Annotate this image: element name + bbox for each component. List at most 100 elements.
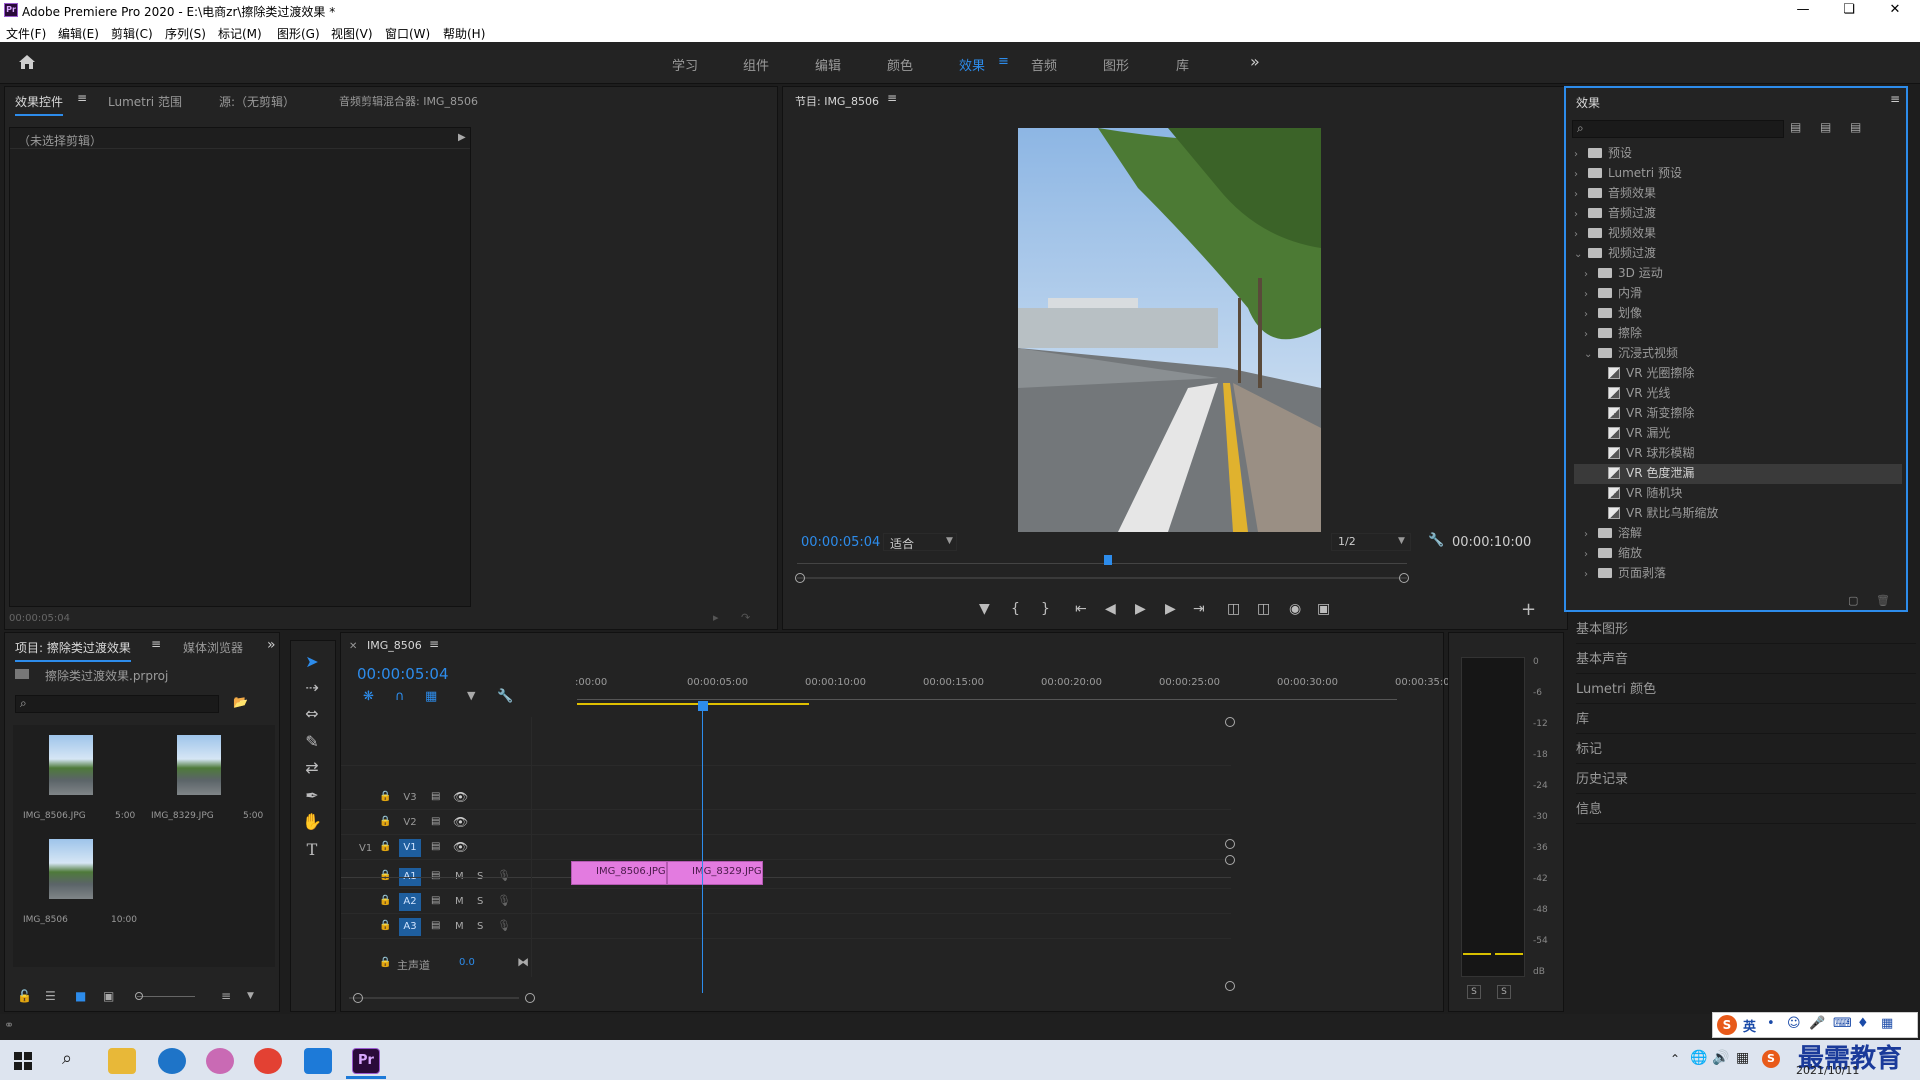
new-bin-icon[interactable]: ▢ (1848, 594, 1858, 607)
source-patch-label[interactable]: V1 (359, 843, 372, 854)
effect-item[interactable]: VR 随机块 (1574, 484, 1902, 504)
menu-sequence[interactable]: 序列(S) (165, 25, 206, 42)
side-panel-item[interactable]: 信息 (1576, 794, 1916, 824)
eye-icon[interactable]: 👁 (453, 815, 468, 829)
sync-lock-icon[interactable]: ▤ (431, 816, 440, 827)
menu-graphics[interactable]: 图形(G) (277, 25, 320, 42)
solo-right-button[interactable]: S (1497, 985, 1511, 999)
project-item[interactable]: IMG_8506 10:00 (15, 831, 139, 933)
effect-item[interactable]: VR 光圈擦除 (1574, 364, 1902, 384)
voiceover-mic-icon[interactable]: 🎙 (497, 919, 511, 932)
chevron-right-icon[interactable]: › (1584, 269, 1596, 280)
yuv-effects-icon[interactable]: ▤ (1850, 120, 1861, 134)
ripple-edit-tool-icon[interactable]: ⇔ (300, 704, 324, 726)
sync-lock-icon[interactable]: ▤ (431, 841, 440, 852)
type-tool-icon[interactable]: T (300, 840, 324, 862)
zoom-handle-left[interactable] (795, 573, 805, 583)
workspace-tab-graphics[interactable]: 图形 (1103, 55, 1129, 74)
effect-item[interactable]: VR 光线 (1574, 384, 1902, 404)
go-to-out-icon[interactable]: ⇥ (1193, 601, 1205, 617)
home-icon[interactable] (18, 54, 36, 70)
track-target-v2[interactable]: V2 (399, 814, 421, 832)
freeform-view-icon[interactable]: ▣ (103, 989, 114, 1003)
ime-skin-icon[interactable]: ♦ (1857, 1016, 1869, 1031)
effects-search-input[interactable]: ⌕ (1572, 120, 1784, 138)
snap-icon[interactable]: ∩ (395, 689, 405, 704)
eye-icon[interactable]: 👁 (453, 790, 468, 804)
folder-item[interactable]: › Lumetri 预设 (1574, 164, 1902, 184)
scroll-handle-left[interactable] (353, 993, 363, 1003)
razor-tool-icon[interactable]: ✎ (300, 732, 324, 754)
solo-button[interactable]: S (477, 921, 483, 932)
folder-item[interactable]: ⌄ 视频过渡 (1574, 244, 1902, 264)
panel-menu-icon[interactable]: ≡ (887, 91, 897, 105)
export-frame-camera-icon[interactable]: ◉ (1289, 601, 1301, 617)
chevron-right-icon[interactable]: › (1574, 169, 1586, 180)
zoom-scrollbar[interactable] (797, 577, 1407, 579)
chevron-right-icon[interactable]: › (1584, 549, 1596, 560)
ime-punctuation-icon[interactable]: • (1767, 1016, 1775, 1031)
chevron-right-icon[interactable]: › (1584, 529, 1596, 540)
menu-help[interactable]: 帮助(H) (443, 25, 485, 42)
voiceover-mic-icon[interactable]: 🎙 (497, 894, 511, 907)
export-icon[interactable]: ↷ (741, 611, 750, 624)
hand-tool-icon[interactable]: ✋ (300, 812, 324, 834)
vscroll-handle[interactable] (1225, 855, 1235, 865)
time-ruler[interactable]: :00:00 00:00:05:00 00:00:10:00 00:00:15:00 0… (575, 673, 1450, 703)
folder-item[interactable]: › 音频过渡 (1574, 204, 1902, 224)
volume-icon[interactable]: 🔊 (1712, 1050, 1729, 1066)
menu-window[interactable]: 窗口(W) (385, 25, 430, 42)
menu-file[interactable]: 文件(F) (6, 25, 46, 42)
program-playhead[interactable] (1104, 555, 1113, 565)
32bit-effects-icon[interactable]: ▤ (1820, 120, 1831, 134)
edge-browser-icon[interactable] (158, 1048, 186, 1074)
step-forward-icon[interactable]: ▶ (1165, 601, 1176, 617)
project-item[interactable]: IMG_8329.JPG 5:00 (143, 727, 267, 829)
timeline-hscroll-left[interactable] (349, 997, 519, 999)
sogou-ime-icon[interactable]: S (1717, 1015, 1737, 1035)
slip-tool-icon[interactable]: ⇄ (300, 758, 324, 780)
folder-item[interactable]: › 划像 (1574, 304, 1902, 324)
app-blue-icon[interactable] (304, 1048, 332, 1074)
clip-img8329[interactable]: IMG_8329.JPG (667, 861, 763, 885)
workspace-tab-editing[interactable]: 编辑 (815, 55, 841, 74)
lock-icon[interactable]: 🔓 (17, 989, 32, 1003)
more-workspaces-icon[interactable]: » (1250, 52, 1260, 71)
search-icon[interactable]: ⌕ (62, 1048, 72, 1069)
panel-menu-icon[interactable]: ≡ (151, 637, 161, 651)
maximize-icon[interactable]: ❏ (1826, 0, 1872, 22)
folder-item[interactable]: › 音频效果 (1574, 184, 1902, 204)
sogou-tray-icon[interactable]: S (1762, 1050, 1780, 1068)
effect-item[interactable]: VR 渐变擦除 (1574, 404, 1902, 424)
track-target-a2[interactable]: A2 (399, 893, 421, 911)
track-lock-icon[interactable]: 🔒 (379, 870, 391, 881)
tab-project[interactable]: 项目: 擦除类过渡效果 (15, 639, 131, 662)
workspace-tab-assembly[interactable]: 组件 (743, 55, 769, 74)
workspace-tab-color[interactable]: 颜色 (887, 55, 913, 74)
effect-item[interactable]: VR 色度泄漏 (1574, 464, 1902, 484)
button-editor-plus-icon[interactable]: + (1521, 599, 1536, 620)
vscroll-handle[interactable] (1225, 839, 1235, 849)
tab-source[interactable]: 源:（无剪辑） (219, 93, 295, 110)
chevron-right-icon[interactable]: › (1584, 329, 1596, 340)
filter-icon[interactable]: ▸ (713, 611, 719, 624)
linked-selection-icon[interactable]: ▦ (425, 689, 437, 704)
network-globe-icon[interactable]: 🌐 (1690, 1050, 1707, 1066)
chevron-down-icon[interactable]: ⌄ (1574, 249, 1586, 260)
folder-item[interactable]: ⌄ 沉浸式视频 (1574, 344, 1902, 364)
mark-in-icon[interactable]: { (1011, 601, 1020, 617)
folder-item[interactable]: › 视频效果 (1574, 224, 1902, 244)
resolution-dropdown[interactable]: 1/2 ▼ (1331, 533, 1411, 551)
effect-item[interactable]: VR 默比乌斯缩放 (1574, 504, 1902, 524)
mute-button[interactable]: M (455, 896, 464, 907)
ime-keyboard-icon[interactable]: ⌨ (1833, 1016, 1852, 1031)
chevron-right-icon[interactable]: › (1584, 569, 1596, 580)
folder-item[interactable]: › 预设 (1574, 144, 1902, 164)
project-item[interactable]: IMG_8506.JPG 5:00 (15, 727, 139, 829)
add-marker-icon[interactable]: ▼ (979, 601, 990, 617)
mark-out-icon[interactable]: } (1041, 601, 1050, 617)
sort-icon[interactable]: ≡ (221, 989, 231, 1003)
find-folder-icon[interactable]: 📂 (233, 695, 248, 709)
more-panels-icon[interactable]: » (267, 637, 276, 653)
workspace-tab-effects[interactable]: 效果 (959, 55, 985, 74)
